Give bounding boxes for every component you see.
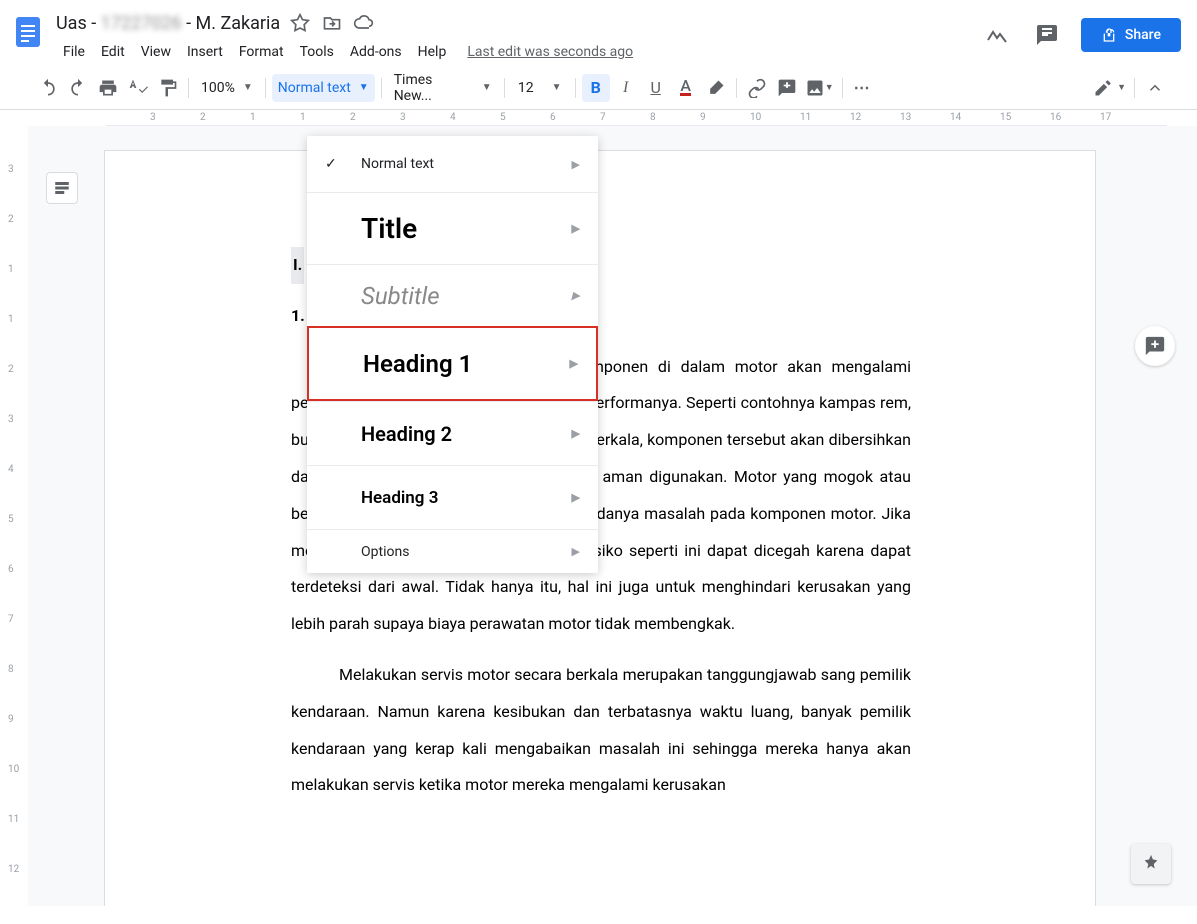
- insert-image-button[interactable]: ▼: [803, 74, 836, 102]
- add-comment-side-button[interactable]: [1135, 326, 1175, 366]
- outline-toggle-button[interactable]: [46, 172, 78, 204]
- comments-icon[interactable]: [1031, 19, 1063, 51]
- paint-format-button[interactable]: [154, 74, 182, 102]
- chevron-right-icon: ▶: [572, 491, 580, 504]
- highlight-button[interactable]: [702, 74, 730, 102]
- font-select[interactable]: Times New...▼: [388, 74, 498, 102]
- paragraph-2: Melakukan servis motor secara berkala me…: [291, 657, 911, 804]
- chevron-right-icon: ▶: [572, 545, 580, 558]
- more-button[interactable]: ⋯: [849, 74, 877, 102]
- toolbar: 100%▼ Normal text▼ Times New...▼ 12▼ B I…: [0, 66, 1197, 110]
- chevron-right-icon: ▶: [570, 357, 578, 370]
- chevron-right-icon: ▶: [572, 427, 580, 440]
- style-option-options[interactable]: Options ▶: [307, 529, 598, 573]
- chevron-right-icon: ▶: [572, 222, 580, 235]
- collapse-toolbar-button[interactable]: [1141, 74, 1169, 102]
- last-edit-link[interactable]: Last edit was seconds ago: [467, 44, 633, 60]
- style-option-heading3[interactable]: Heading 3 ▶: [307, 465, 598, 529]
- document-page[interactable]: I. 1. a, komponen di dalam motor akan me…: [104, 150, 1096, 906]
- underline-button[interactable]: U: [642, 74, 670, 102]
- section-number: I.: [291, 247, 304, 284]
- style-option-heading1[interactable]: Heading 1 ▶: [307, 326, 598, 401]
- explore-button[interactable]: [1131, 844, 1171, 884]
- menu-insert[interactable]: Insert: [180, 40, 230, 64]
- redo-button[interactable]: [64, 74, 92, 102]
- activity-icon[interactable]: [981, 19, 1013, 51]
- star-icon[interactable]: [288, 11, 312, 35]
- style-option-heading2[interactable]: Heading 2 ▶: [307, 401, 598, 465]
- text-color-button[interactable]: A: [672, 74, 700, 102]
- menu-help[interactable]: Help: [411, 40, 454, 64]
- style-option-normal[interactable]: ✓ Normal text ▶: [307, 136, 598, 192]
- font-size-select[interactable]: 12▼: [511, 74, 569, 102]
- menu-bar: File Edit View Insert Format Tools Add-o…: [56, 38, 981, 66]
- spellcheck-button[interactable]: [124, 74, 152, 102]
- check-icon: ✓: [325, 156, 337, 172]
- cloud-status-icon[interactable]: [352, 11, 376, 35]
- menu-addons[interactable]: Add-ons: [343, 40, 409, 64]
- horizontal-ruler[interactable]: 43211234567891011121314151617: [106, 110, 1167, 126]
- menu-format[interactable]: Format: [232, 40, 291, 64]
- subsection-number: 1.: [291, 306, 305, 325]
- paragraph-style-select[interactable]: Normal text▼: [272, 74, 375, 102]
- editing-mode-button[interactable]: ▼: [1091, 74, 1128, 102]
- move-icon[interactable]: [320, 11, 344, 35]
- style-option-title[interactable]: Title ▶: [307, 192, 598, 264]
- menu-file[interactable]: File: [56, 40, 92, 64]
- chevron-right-icon: ▶: [572, 158, 580, 171]
- paragraph-style-dropdown: ✓ Normal text ▶ Title ▶ Subtitle ▶ Headi…: [307, 136, 598, 573]
- bold-button[interactable]: B: [582, 74, 610, 102]
- italic-button[interactable]: I: [612, 74, 640, 102]
- menu-tools[interactable]: Tools: [293, 40, 341, 64]
- undo-button[interactable]: [34, 74, 62, 102]
- header: Uas - 17227026 - M. Zakaria File Edit Vi…: [0, 0, 1197, 66]
- chevron-right-icon: ▶: [572, 289, 580, 302]
- share-button[interactable]: Share: [1081, 18, 1181, 52]
- print-button[interactable]: [94, 74, 122, 102]
- document-canvas: I. 1. a, komponen di dalam motor akan me…: [28, 126, 1197, 906]
- insert-comment-button[interactable]: [773, 74, 801, 102]
- insert-link-button[interactable]: [743, 74, 771, 102]
- docs-logo[interactable]: [8, 12, 48, 52]
- document-title[interactable]: Uas - 17227026 - M. Zakaria: [56, 13, 280, 34]
- menu-edit[interactable]: Edit: [94, 40, 132, 64]
- menu-view[interactable]: View: [134, 40, 178, 64]
- vertical-ruler[interactable]: 321123456789101112: [0, 144, 28, 924]
- zoom-select[interactable]: 100%▼: [195, 74, 259, 102]
- style-option-subtitle[interactable]: Subtitle ▶: [307, 264, 598, 326]
